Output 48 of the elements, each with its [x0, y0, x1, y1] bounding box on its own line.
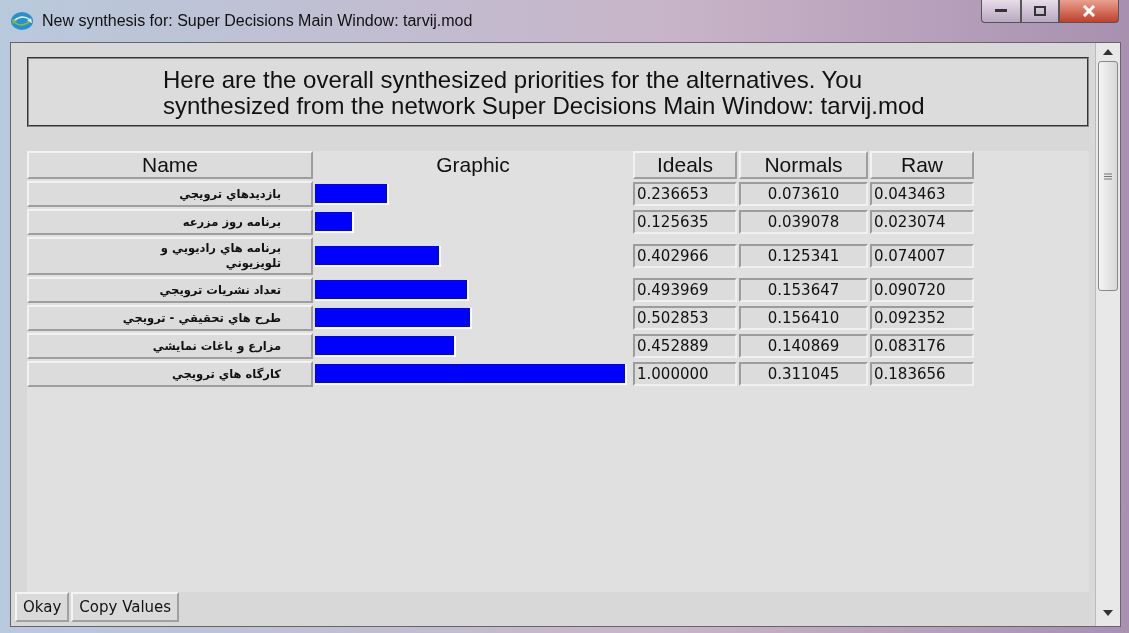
- table-cell: 0.140869: [739, 334, 868, 358]
- table-cell: 0.043463: [870, 182, 974, 206]
- scrollbar-thumb[interactable]: [1098, 61, 1118, 291]
- maximize-button[interactable]: [1021, 0, 1059, 23]
- column-header: Graphic: [435, 152, 511, 178]
- name-cell: تعداد نشريات ترويجي: [27, 277, 313, 303]
- priority-bar: [315, 211, 355, 233]
- table-cell: 0.039078: [739, 210, 868, 234]
- table-cell: 0.402966: [633, 244, 737, 268]
- table-cell: 0.090720: [870, 278, 974, 302]
- column-header: Raw: [870, 151, 974, 179]
- table-cell: 0.073610: [739, 182, 868, 206]
- column-header: Name: [27, 151, 313, 179]
- name-cell: كارگاه هاي ترويجي: [27, 361, 313, 387]
- table-cell: 0.311045: [739, 362, 868, 386]
- minimize-button[interactable]: [981, 0, 1021, 23]
- name-cell: بازديدهاي ترويجي: [27, 181, 313, 207]
- table-cell: 0.125635: [633, 210, 737, 234]
- column-header: Normals: [739, 151, 868, 179]
- table-cell: 0.502853: [633, 306, 737, 330]
- table-cell: 0.023074: [870, 210, 974, 234]
- column-header: Ideals: [633, 151, 737, 179]
- name-cell: برنامه هاي راديويي و تلويزيوني: [27, 237, 313, 275]
- close-button[interactable]: [1059, 0, 1119, 23]
- table-cell: 0.092352: [870, 306, 974, 330]
- app-icon: [10, 11, 34, 31]
- window-title: New synthesis for: Super Decisions Main Window: tarvij.mod: [42, 12, 474, 30]
- table-cell: 0.452889: [633, 334, 737, 358]
- table-cell: 0.183656: [870, 362, 974, 386]
- name-cell: برنامه روز مزرعه: [27, 209, 313, 235]
- name-cell: طرح هاي تحقيقي - ترويجي: [27, 305, 313, 331]
- message-text: Here are the overall synthesized priorities for the alternatives. You synthesized from the network Super Decisions Main Window: tarvij.mod: [27, 57, 1089, 127]
- table-cell: 0.156410: [739, 306, 868, 330]
- table-cell: 0.153647: [739, 278, 868, 302]
- close-icon: [1082, 5, 1096, 17]
- minimize-icon: [995, 9, 1007, 13]
- dialog-button[interactable]: Copy Values: [71, 592, 180, 622]
- dialog-button[interactable]: Okay: [15, 592, 70, 622]
- scroll-down-icon[interactable]: [1103, 610, 1113, 616]
- scroll-up-icon[interactable]: [1103, 49, 1113, 55]
- table-cell: 0.083176: [870, 334, 974, 358]
- name-cell: مزارع و باغات نمايشي: [27, 333, 313, 359]
- table-cell: 1.000000: [633, 362, 737, 386]
- table-cell: 0.236653: [633, 182, 737, 206]
- table-cell: 0.493969: [633, 278, 737, 302]
- table-cell: 0.074007: [870, 244, 974, 268]
- maximize-icon: [1034, 6, 1046, 16]
- table-cell: 0.125341: [739, 244, 868, 268]
